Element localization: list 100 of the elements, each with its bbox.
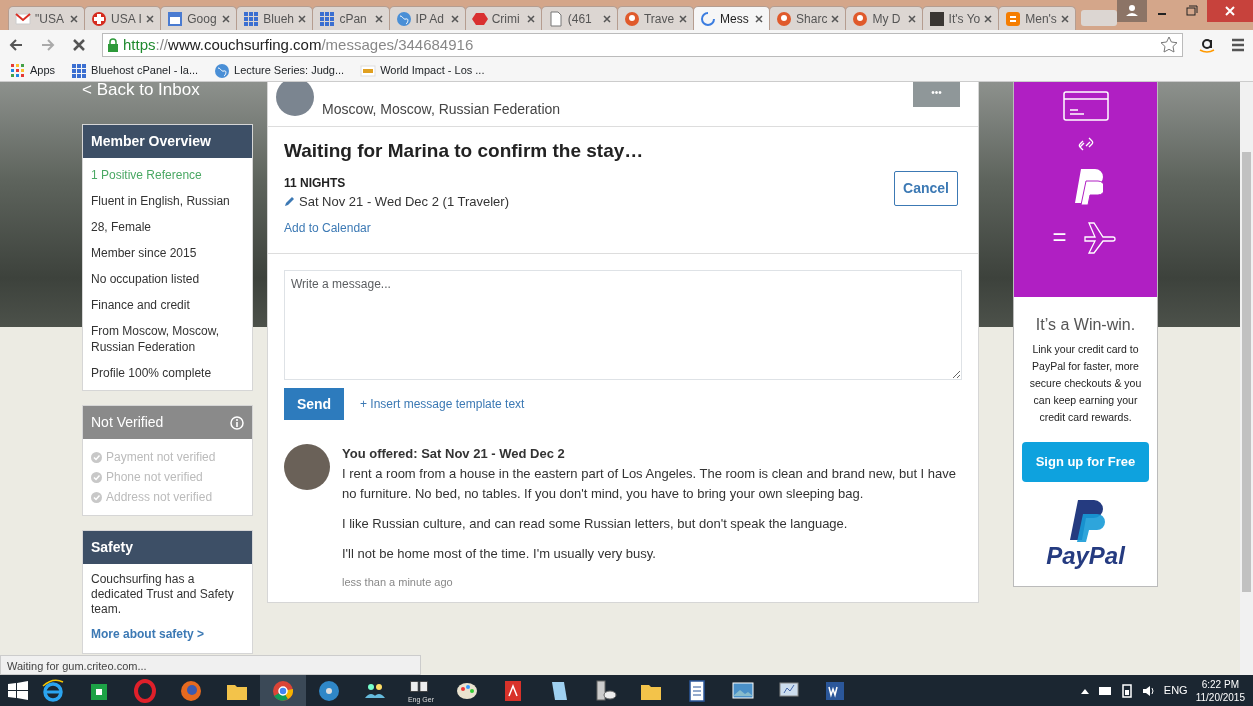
message-heading: You offered: Sat Nov 21 - Wed Dec 2: [342, 445, 566, 463]
browser-tab[interactable]: IP Ad: [388, 6, 466, 30]
star-icon[interactable]: [1160, 36, 1178, 54]
windows-start-icon[interactable]: [6, 678, 30, 703]
bookmark-link[interactable]: Apps: [10, 62, 56, 79]
browser-tab[interactable]: (461: [540, 6, 618, 30]
overview-item: From Moscow, Moscow, Russian Federation: [90, 323, 221, 356]
verification-item: Phone not verified: [106, 469, 203, 486]
scrollbar[interactable]: [1240, 82, 1253, 675]
info-icon[interactable]: [230, 415, 244, 430]
send-button[interactable]: Send: [284, 388, 344, 420]
browser-tab[interactable]: USA I: [84, 6, 162, 30]
close-icon[interactable]: [679, 14, 687, 23]
browser-tab[interactable]: Mess: [693, 6, 771, 30]
browser-e-icon[interactable]: [40, 677, 66, 704]
browser-tab[interactable]: Trave: [616, 6, 694, 30]
close-icon[interactable]: [450, 14, 459, 23]
ad-text: Link your credit card to PayPal for faster, more secure checkouts & you can keep earning your credit card rewards.: [1028, 342, 1143, 425]
more-about-safety-link[interactable]: More about safety >: [91, 625, 205, 643]
pencil-icon[interactable]: [284, 195, 295, 207]
stop-icon[interactable]: [72, 38, 86, 52]
browser-tab[interactable]: cPan: [312, 6, 390, 30]
back-arrow-icon[interactable]: [8, 37, 24, 53]
browser-tab[interactable]: Sharc: [769, 6, 847, 30]
browser-tab[interactable]: Men's: [998, 6, 1076, 30]
grid-icon: [243, 10, 260, 27]
overview-item: 28, Female: [90, 219, 153, 236]
ad-headline: It’s a Win-win.: [1034, 315, 1137, 335]
close-icon[interactable]: [1207, 0, 1253, 22]
overview-item: Profile 100% complete: [90, 365, 213, 382]
bookmark-link[interactable]: Lecture Series: Judg...: [214, 62, 345, 79]
square-icon: [1005, 10, 1022, 27]
close-icon[interactable]: [1060, 14, 1069, 23]
calendar-icon: [167, 10, 184, 27]
badge-icon: [852, 10, 869, 27]
menu-icon[interactable]: [1231, 38, 1245, 52]
insert-template-link[interactable]: + Insert message template text: [360, 395, 525, 413]
more-options-button[interactable]: •••: [913, 82, 960, 107]
envelope-icon: [15, 10, 31, 27]
grid-icon: [319, 10, 336, 27]
close-icon[interactable]: [374, 14, 383, 23]
card-title: Member Overview: [83, 125, 252, 158]
message-input[interactable]: Write a message...: [284, 270, 962, 380]
speaker-icon[interactable]: [1141, 683, 1156, 698]
stay-dates: Sat Nov 21 - Wed Dec 2 (1 Traveler): [299, 192, 509, 211]
close-icon[interactable]: [298, 14, 307, 23]
back-to-inbox-link[interactable]: < Back to Inbox: [82, 82, 253, 100]
scrollbar-thumb[interactable]: [1242, 152, 1251, 592]
close-icon[interactable]: [222, 14, 231, 23]
lock-icon: [107, 38, 119, 52]
loading-spinner-icon: [700, 10, 716, 27]
amazon-logo-icon[interactable]: [1199, 36, 1215, 54]
globe-icon: [395, 10, 412, 27]
avatar-photo: [284, 444, 330, 490]
verification-item: Payment not verified: [106, 449, 216, 466]
credit-card-icon: [1062, 91, 1109, 121]
card-title: Not Verified: [91, 413, 164, 432]
close-icon[interactable]: [70, 14, 79, 23]
airplane-icon: [1082, 219, 1119, 255]
browser-tab[interactable]: Crimi: [464, 6, 542, 30]
bookmark-link[interactable]: World Impact - Los ...: [360, 62, 485, 79]
overview-item: Fluent in English, Russian: [90, 193, 231, 210]
message-time: less than a minute ago: [342, 575, 454, 590]
nights-count: 11 NIGHTS: [284, 174, 347, 192]
safety-text: Couchsurfing has a dedicated Trust and Safety team.: [91, 572, 235, 617]
cross-icon: [91, 10, 108, 27]
bookmark-link[interactable]: Bluehost cPanel - la...: [71, 62, 199, 79]
address-bar[interactable]: https://www.couchsurfing.com/messages/344684916: [102, 33, 1183, 57]
close-icon[interactable]: [602, 14, 611, 23]
add-to-calendar-link[interactable]: Add to Calendar: [284, 219, 371, 237]
close-icon[interactable]: [755, 14, 764, 23]
grid-icon: [71, 62, 88, 79]
apps-grid-icon: [10, 62, 26, 79]
close-icon[interactable]: [831, 14, 840, 23]
browser-tab[interactable]: Blueh: [236, 6, 314, 30]
browser-tab[interactable]: It's Yo: [921, 6, 1000, 30]
paypal-logo: PayPal: [1022, 498, 1149, 570]
document-icon: [547, 10, 564, 27]
language-indicator[interactable]: ENG: [1163, 682, 1188, 699]
avatar-photo: [276, 82, 314, 116]
sign-up-button[interactable]: Sign up for Free: [1022, 442, 1149, 482]
close-icon[interactable]: [984, 14, 993, 23]
browser-tab[interactable]: "USA: [8, 6, 86, 30]
browser-tab[interactable]: My D: [845, 6, 923, 30]
profile-icon[interactable]: [1117, 0, 1147, 22]
close-icon[interactable]: [526, 14, 535, 23]
close-icon[interactable]: [146, 14, 155, 23]
badge-icon: [623, 10, 640, 27]
cancel-button[interactable]: Cancel: [894, 170, 958, 206]
square-icon: [928, 10, 945, 27]
battery-icon[interactable]: [1119, 683, 1134, 698]
taskbar-clock[interactable]: 6:22 PM 11/20/2015: [1195, 677, 1245, 704]
badge-icon: [776, 10, 793, 27]
link-icon: [1076, 135, 1095, 153]
url-text: https://www.couchsurfing.com/messages/344684916: [123, 34, 475, 55]
ring-icon[interactable]: [132, 677, 158, 704]
card-title: Safety: [83, 531, 252, 564]
message-paragraph: I like Russian culture, and can read some Russian letters, but don't speak the language.: [342, 515, 849, 533]
browser-tab[interactable]: Goog: [160, 6, 238, 30]
close-icon[interactable]: [907, 14, 916, 23]
